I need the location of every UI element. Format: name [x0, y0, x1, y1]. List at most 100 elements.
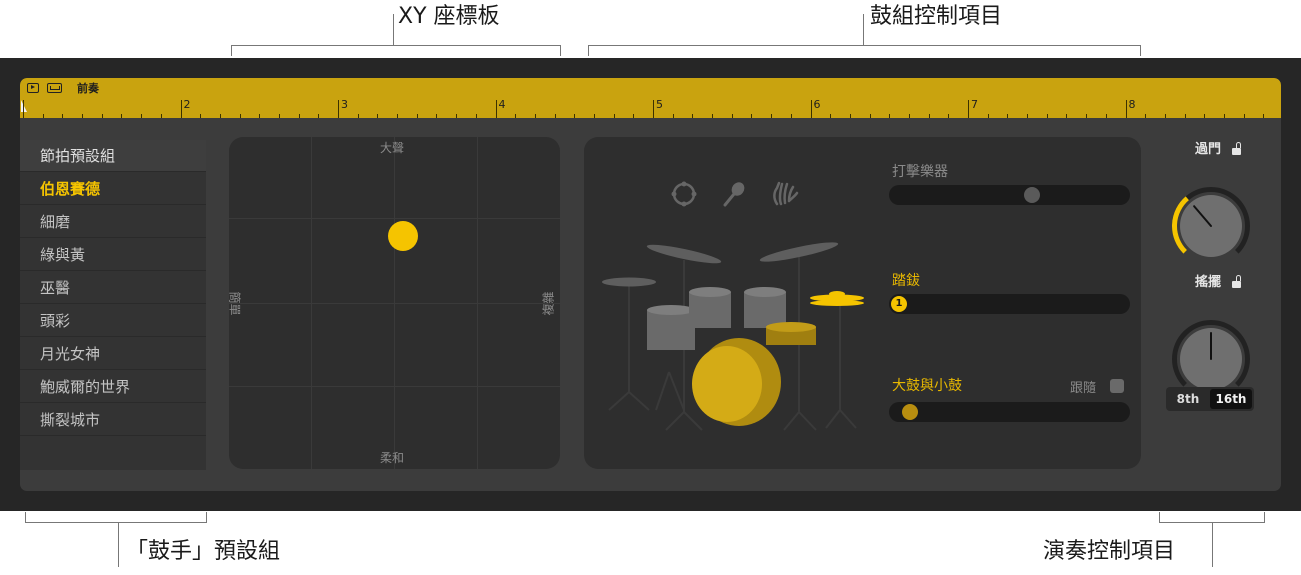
- region-ruler[interactable]: 前奏 2 3 4 5 6 7 8: [20, 78, 1281, 118]
- ruler-tick: [180, 100, 182, 118]
- preset-item[interactable]: 鮑威爾的世界: [20, 371, 206, 403]
- play-icon[interactable]: [27, 83, 39, 93]
- drummer-presets-list: 節拍預設組 伯恩賽德 細磨 綠與黃 巫醫 頭彩 月光女神 鮑威爾的世界 撕裂城市: [20, 140, 206, 470]
- ruler-bar-number: 6: [813, 98, 821, 111]
- percussion-slider[interactable]: [889, 185, 1130, 205]
- preset-item[interactable]: 撕裂城市: [20, 404, 206, 436]
- ruler-tick: [416, 114, 418, 118]
- ruler-tick: [298, 114, 300, 118]
- fills-knob[interactable]: [1172, 187, 1250, 265]
- resolution-switch: 8th 16th: [1166, 387, 1254, 411]
- ruler-tick: [889, 114, 891, 118]
- resolution-16th-button[interactable]: 16th: [1210, 389, 1252, 409]
- callout-drummer-presets: 「鼓手」預設組: [126, 539, 281, 564]
- ruler-tick: [397, 114, 399, 118]
- swing-lock-icon[interactable]: [1232, 275, 1241, 288]
- ruler-tick: [1243, 114, 1245, 118]
- preset-item[interactable]: 巫醫: [20, 272, 206, 304]
- ruler-tick: [790, 114, 792, 118]
- percussion-label: 打擊樂器: [892, 164, 948, 180]
- ruler-tick: [908, 114, 910, 118]
- ruler-tick: [219, 114, 221, 118]
- callout-drum-kit-stem: [863, 14, 864, 45]
- follow-checkbox[interactable]: [1110, 379, 1124, 393]
- kick-snare-slider[interactable]: [889, 402, 1130, 422]
- ruler-tick: [101, 114, 103, 118]
- ruler-tick: [534, 114, 536, 118]
- callout-presets-stem: [118, 523, 119, 567]
- hihat-slider[interactable]: [889, 294, 1130, 314]
- hand-clap-icon[interactable]: [770, 179, 800, 209]
- ruler-tick: [1145, 114, 1147, 118]
- xy-label-soft: 柔和: [380, 451, 405, 465]
- preset-item[interactable]: 伯恩賽德: [20, 173, 206, 205]
- callout-xy-pad: XY 座標板: [398, 4, 500, 29]
- ruler-bar-number: 5: [656, 98, 663, 111]
- preset-item[interactable]: 綠與黃: [20, 239, 206, 271]
- xy-puck[interactable]: [388, 221, 418, 251]
- callout-drum-kit-bracket: [588, 45, 1141, 56]
- preset-item[interactable]: 細磨: [20, 206, 206, 238]
- ruler-tick: [613, 114, 615, 118]
- loop-icon[interactable]: [47, 83, 62, 93]
- percussion-slider-knob[interactable]: [1023, 187, 1040, 203]
- resolution-8th-button[interactable]: 8th: [1168, 389, 1208, 409]
- ruler-tick: [987, 114, 989, 118]
- callout-drum-kit-controls: 鼓組控制項目: [870, 4, 1003, 29]
- xy-grid-line: [229, 218, 560, 219]
- preset-item[interactable]: 月光女神: [20, 338, 206, 370]
- ruler-tick: [849, 114, 851, 118]
- ruler-tick: [377, 114, 379, 118]
- ruler-tick: [1125, 100, 1127, 118]
- ruler-tick: [751, 114, 753, 118]
- drum-kit-illustration[interactable]: [594, 232, 874, 442]
- ruler-tick: [731, 114, 733, 118]
- ruler-tick: [160, 114, 162, 118]
- ruler-tick: [928, 114, 930, 118]
- preset-item[interactable]: 頭彩: [20, 305, 206, 337]
- playhead[interactable]: [21, 100, 27, 112]
- ruler-tick: [1007, 114, 1009, 118]
- ruler-tick: [1184, 114, 1186, 118]
- ruler-tick: [82, 114, 84, 118]
- presets-heading: 節拍預設組: [20, 140, 206, 172]
- ruler-tick: [830, 114, 832, 118]
- ruler-bar-number: 4: [498, 98, 506, 111]
- callout-presets-bracket: [25, 512, 207, 523]
- ruler-tick: [278, 114, 280, 118]
- tambourine-icon[interactable]: [670, 180, 698, 208]
- ruler-tick: [23, 100, 24, 118]
- callout-xy-pad-stem: [393, 14, 394, 45]
- ruler-tick: [968, 100, 969, 118]
- hihat-slider-knob[interactable]: 1: [891, 296, 907, 312]
- xy-pad[interactable]: 大聲 柔和 簡單 複雜: [229, 137, 560, 469]
- fills-lock-icon[interactable]: [1232, 142, 1241, 155]
- ruler-tick: [357, 114, 359, 118]
- region-name: 前奏: [77, 82, 99, 95]
- ruler-bar-number: 8: [1128, 98, 1136, 111]
- ruler-tick: [1027, 114, 1029, 118]
- callout-performance-stem: [1212, 523, 1213, 567]
- drummer-editor-inner: 前奏 2 3 4 5 6 7 8 節拍預設組 伯恩賽德 細磨 綠與黃 巫醫 頭彩 月光女神 …: [20, 78, 1281, 491]
- kick-snare-slider-knob[interactable]: [902, 404, 919, 420]
- ruler-tick: [1046, 114, 1048, 118]
- ruler-tick: [593, 114, 595, 118]
- ruler-tick: [456, 114, 458, 118]
- callout-performance-bracket: [1159, 512, 1265, 523]
- ruler-tick: [653, 100, 654, 118]
- ruler-tick: [1263, 114, 1265, 118]
- ruler-tick: [495, 100, 497, 118]
- ruler-bar-number: 7: [971, 98, 978, 111]
- follow-label: 跟隨: [1070, 381, 1097, 396]
- ruler-tick: [436, 114, 438, 118]
- ruler-tick: [1164, 114, 1166, 118]
- ruler-tick: [121, 114, 123, 118]
- ruler-tick: [554, 114, 556, 118]
- ruler-tick: [1223, 114, 1225, 118]
- drum-kit-controls: 打擊樂器 踏鈸 1 大鼓與小鼓 跟隨: [584, 137, 1141, 469]
- ruler-tick: [1086, 114, 1088, 118]
- swing-label: 搖擺: [1195, 275, 1222, 290]
- ruler-tick: [338, 100, 339, 118]
- ruler-tick: [141, 114, 143, 118]
- shaker-icon[interactable]: [720, 180, 748, 208]
